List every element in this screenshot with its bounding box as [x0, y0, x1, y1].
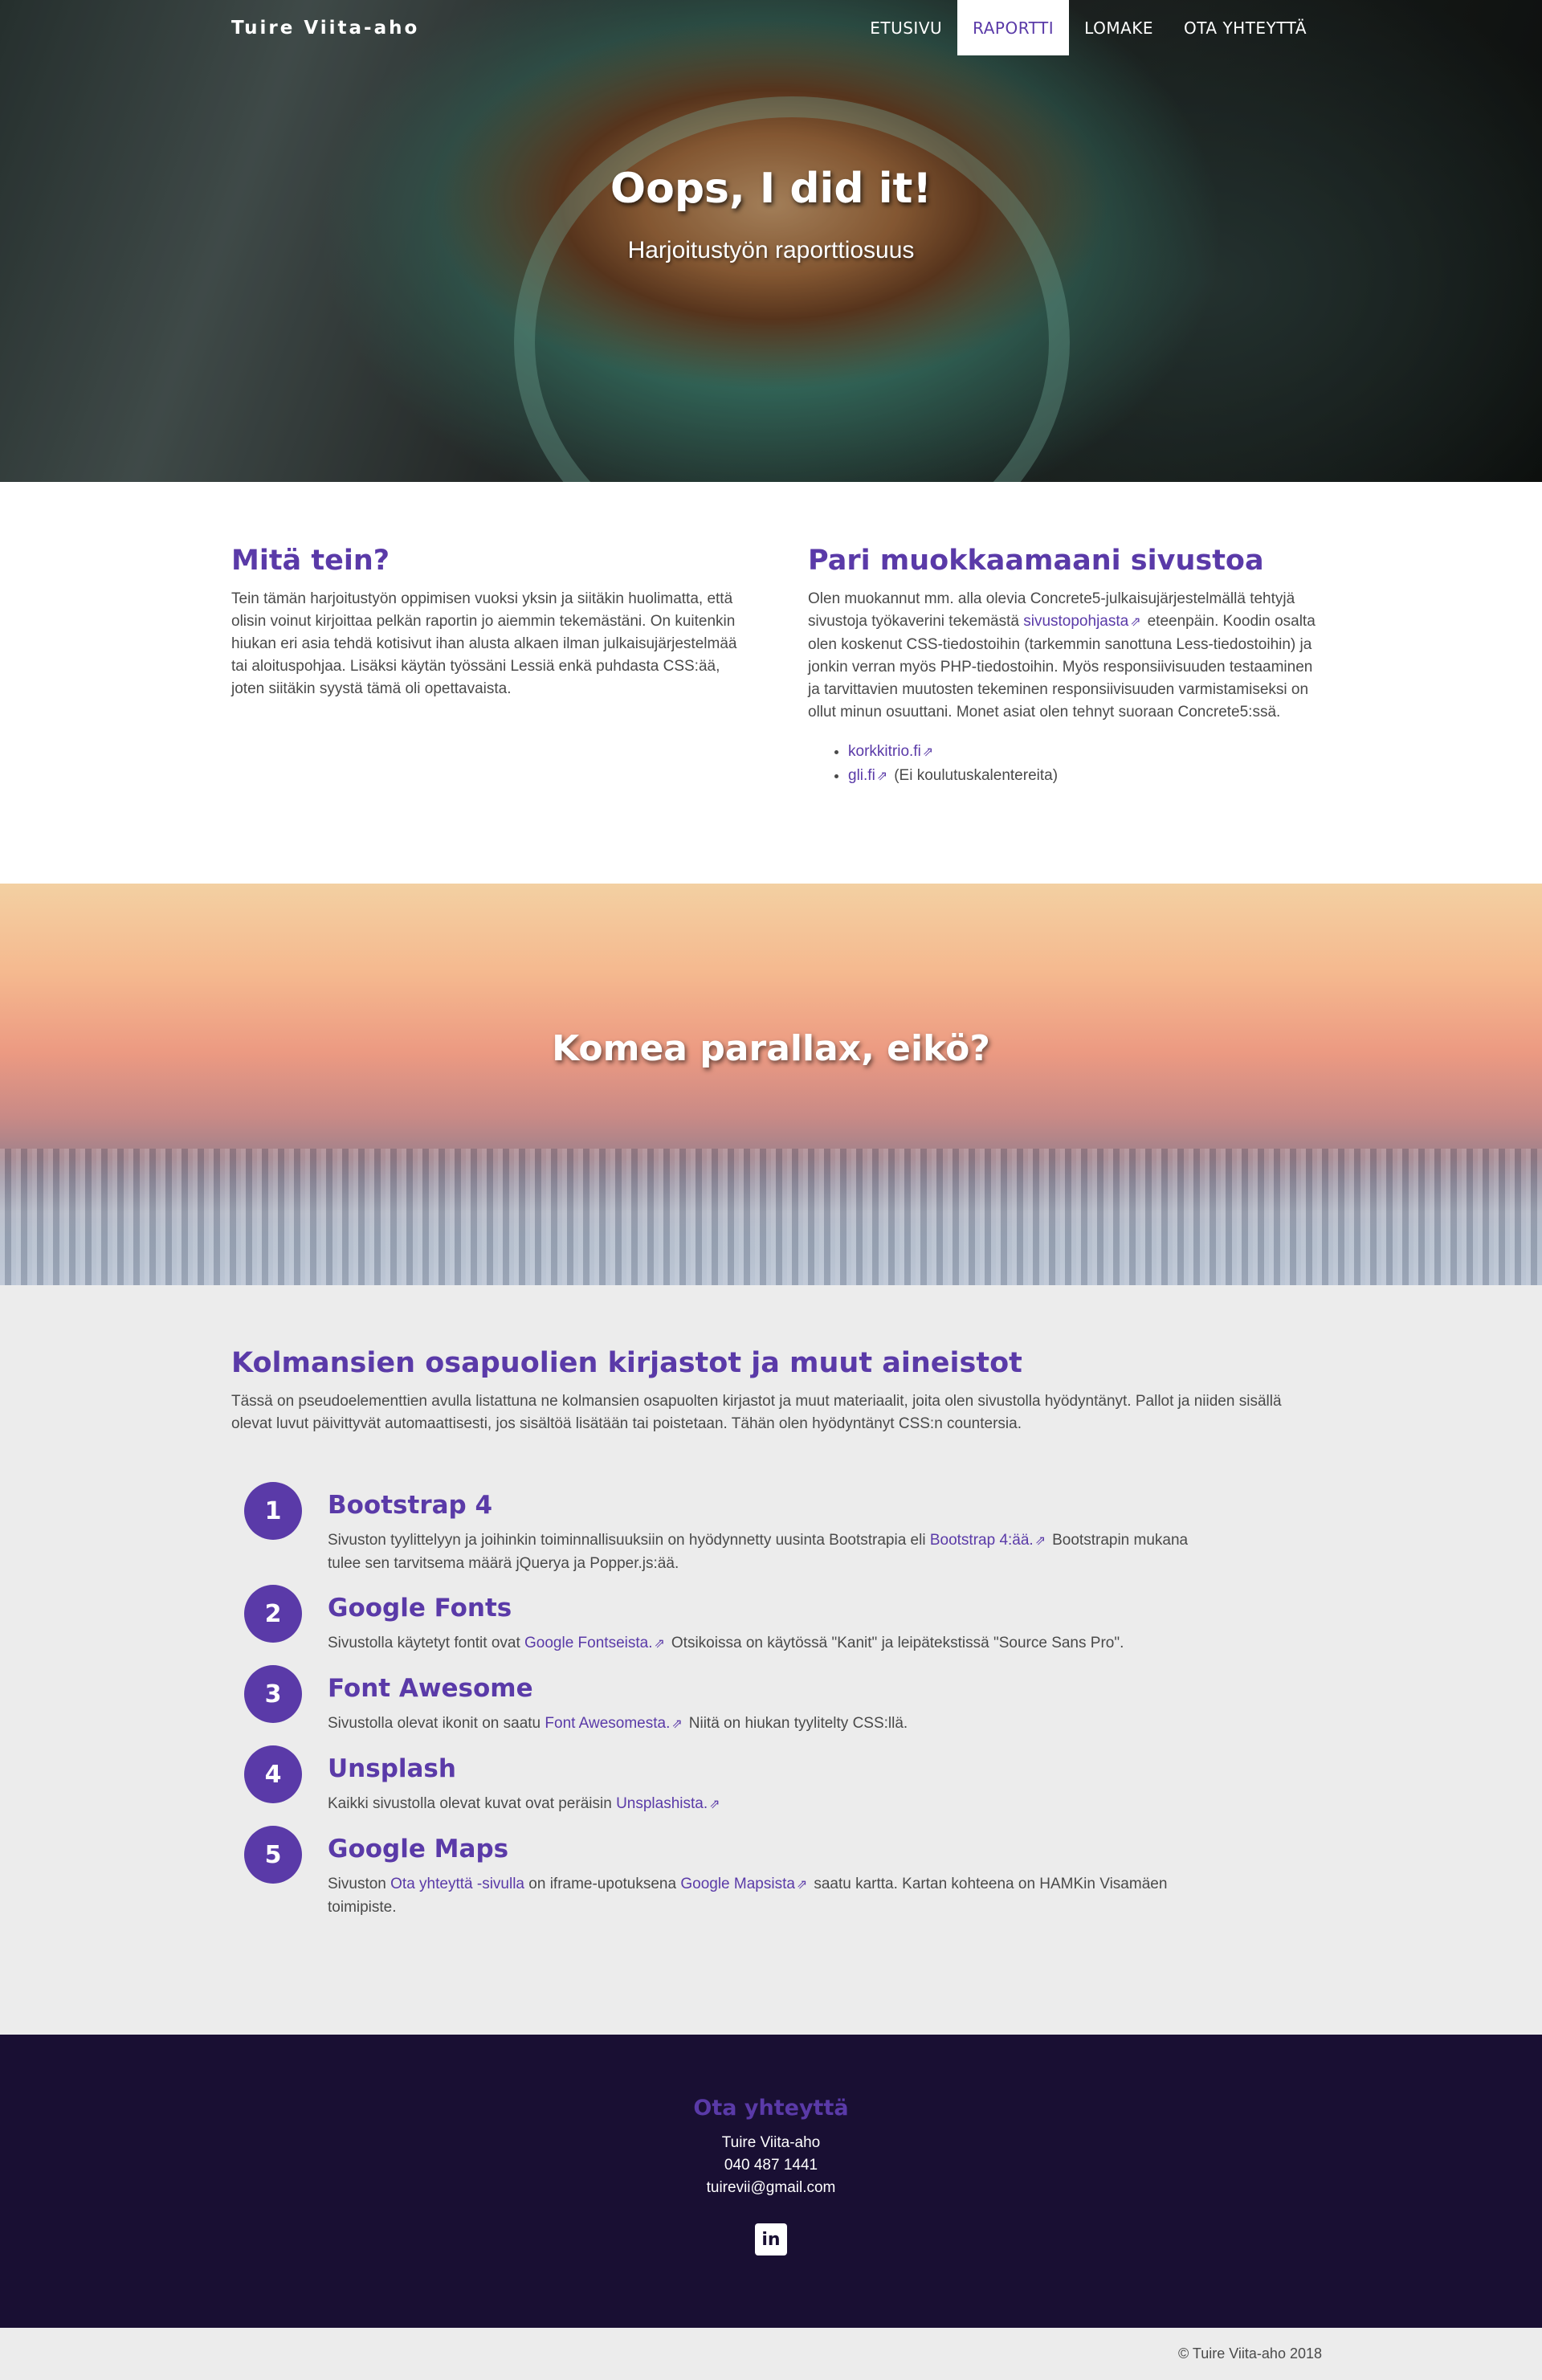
list-item: 3 Font Awesome Sivustolla olevat ikonit … — [231, 1665, 1322, 1745]
left-column: Mitä tein? Tein tämän harjoitustyön oppi… — [231, 545, 745, 788]
resources-list: 1 Bootstrap 4 Sivuston tyylittelyyn ja j… — [231, 1482, 1322, 1929]
copyright-text: © Tuire Viita-aho 2018 — [1177, 2345, 1322, 2362]
google-fonts-link[interactable]: Google Fontseista. — [524, 1635, 652, 1651]
step-text: Sivuston tyylittelyyn ja joihinkin toimi… — [328, 1532, 930, 1549]
external-link-icon: ⇗ — [1034, 1534, 1046, 1548]
footer-email: tuirevii@gmail.com — [706, 2179, 836, 2196]
right-body: Olen muokannut mm. alla olevia Concrete5… — [808, 588, 1322, 724]
step-title: Bootstrap 4 — [328, 1491, 493, 1520]
sivustopohjasta-link[interactable]: sivustopohjasta — [1023, 613, 1128, 630]
google-maps-link[interactable]: Google Mapsista — [680, 1876, 795, 1892]
number-badge: 5 — [244, 1826, 302, 1884]
number-badge: 3 — [244, 1665, 302, 1723]
hero: Tuire Viita-aho ETUSIVU RAPORTTI LOMAKE … — [0, 0, 1542, 482]
left-body: Tein tämän harjoitustyön oppimisen vuoks… — [231, 590, 737, 697]
list-item: gli.fi⇗ (Ei koulutuskalentereita) — [848, 764, 1322, 788]
hero-title: Oops, I did it! — [610, 165, 932, 213]
footer-title: Ota yhteyttä — [693, 2096, 849, 2121]
external-link-icon: ⇗ — [876, 770, 888, 783]
external-link-icon: ⇗ — [671, 1717, 683, 1731]
resources-lead: Tässä on pseudoelementtien avulla listat… — [231, 1393, 1282, 1432]
navbar: Tuire Viita-aho ETUSIVU RAPORTTI LOMAKE … — [0, 0, 1542, 55]
font-awesome-link[interactable]: Font Awesomesta. — [545, 1715, 670, 1732]
resources-title: Kolmansien osapuolien kirjastot ja muut … — [231, 1347, 1022, 1379]
nav-link-etusivu[interactable]: ETUSIVU — [855, 0, 957, 55]
list-item: 5 Google Maps Sivuston Ota yhteyttä -siv… — [231, 1826, 1322, 1929]
gli-link[interactable]: gli.fi — [848, 767, 875, 784]
korkkitrio-link[interactable]: korkkitrio.fi — [848, 743, 921, 760]
footer-phone: 040 487 1441 — [724, 2157, 818, 2174]
step-text: Niitä on hiukan tyylitelty CSS:llä. — [688, 1715, 908, 1732]
step-text: Kaikki sivustolla olevat kuvat ovat perä… — [328, 1795, 617, 1812]
gli-note: (Ei koulutuskalentereita) — [894, 767, 1059, 784]
intro-section: Mitä tein? Tein tämän harjoitustyön oppi… — [0, 482, 1542, 884]
hero-text: Oops, I did it! Harjoitustyön raporttios… — [0, 165, 1542, 264]
hero-subtitle: Harjoitustyön raporttiosuus — [627, 237, 915, 263]
step-desc: Sivustolla käytetyt fontit ovat Google F… — [328, 1632, 1211, 1655]
step-desc: Sivustolla olevat ikonit on saatu Font A… — [328, 1713, 1211, 1736]
external-link-icon: ⇗ — [654, 1637, 665, 1651]
step-title: Unsplash — [328, 1754, 456, 1783]
step-desc: Kaikki sivustolla olevat kuvat ovat perä… — [328, 1793, 1211, 1816]
bootstrap-link[interactable]: Bootstrap 4:ää. — [930, 1532, 1034, 1549]
external-link-icon: ⇗ — [1130, 615, 1141, 629]
list-item: 1 Bootstrap 4 Sivuston tyylittelyyn ja j… — [231, 1482, 1322, 1585]
ota-yhteytta-link[interactable]: Ota yhteyttä -sivulla — [390, 1876, 524, 1892]
step-desc: Sivuston tyylittelyyn ja joihinkin toimi… — [328, 1529, 1211, 1575]
sites-list: korkkitrio.fi⇗ gli.fi⇗(Ei koulutuskalent… — [848, 740, 1322, 788]
step-title: Font Awesome — [328, 1674, 533, 1703]
parallax-section: Komea parallax, eikö? — [0, 884, 1542, 1285]
nav-link-lomake[interactable]: LOMAKE — [1069, 0, 1169, 55]
nav-links: ETUSIVU RAPORTTI LOMAKE OTA YHTEYTTÄ — [855, 0, 1322, 55]
parallax-title: Komea parallax, eikö? — [552, 1028, 990, 1069]
brand-link[interactable]: Tuire Viita-aho — [231, 18, 419, 39]
external-link-icon: ⇗ — [922, 745, 934, 759]
step-text: Otsikoissa on käytössä "Kanit" ja leipät… — [671, 1635, 1124, 1651]
list-item: 2 Google Fonts Sivustolla käytetyt fonti… — [231, 1585, 1322, 1665]
step-text: on iframe-upotuksena — [528, 1876, 681, 1892]
left-title: Mitä tein? — [231, 545, 390, 577]
footer: Ota yhteyttä Tuire Viita-aho 040 487 144… — [0, 2035, 1542, 2328]
number-badge: 1 — [244, 1482, 302, 1540]
step-title: Google Maps — [328, 1835, 509, 1864]
linkedin-icon[interactable]: in — [755, 2223, 787, 2255]
external-link-icon: ⇗ — [796, 1878, 808, 1892]
step-desc: Sivuston Ota yhteyttä -sivulla on iframe… — [328, 1873, 1211, 1919]
resources-section: Kolmansien osapuolien kirjastot ja muut … — [0, 1285, 1542, 2035]
right-column: Pari muokkaamaani sivustoa Olen muokannu… — [808, 545, 1322, 788]
external-link-icon: ⇗ — [709, 1798, 720, 1811]
step-text: Sivustolla käytetyt fontit ovat — [328, 1635, 525, 1651]
right-title: Pari muokkaamaani sivustoa — [808, 545, 1264, 577]
step-text: Sivustolla olevat ikonit on saatu — [328, 1715, 545, 1732]
step-title: Google Fonts — [328, 1594, 512, 1623]
unsplash-link[interactable]: Unsplashista. — [616, 1795, 708, 1812]
list-item: 4 Unsplash Kaikki sivustolla olevat kuva… — [231, 1745, 1322, 1826]
nav-link-raportti[interactable]: RAPORTTI — [957, 0, 1070, 55]
number-badge: 2 — [244, 1585, 302, 1643]
footer-name: Tuire Viita-aho — [721, 2134, 821, 2151]
nav-link-ota-yhteytta[interactable]: OTA YHTEYTTÄ — [1169, 0, 1322, 55]
copyright-bar: © Tuire Viita-aho 2018 — [0, 2328, 1542, 2380]
number-badge: 4 — [244, 1745, 302, 1803]
list-item: korkkitrio.fi⇗ — [848, 740, 1322, 764]
step-text: Sivuston — [328, 1876, 391, 1892]
